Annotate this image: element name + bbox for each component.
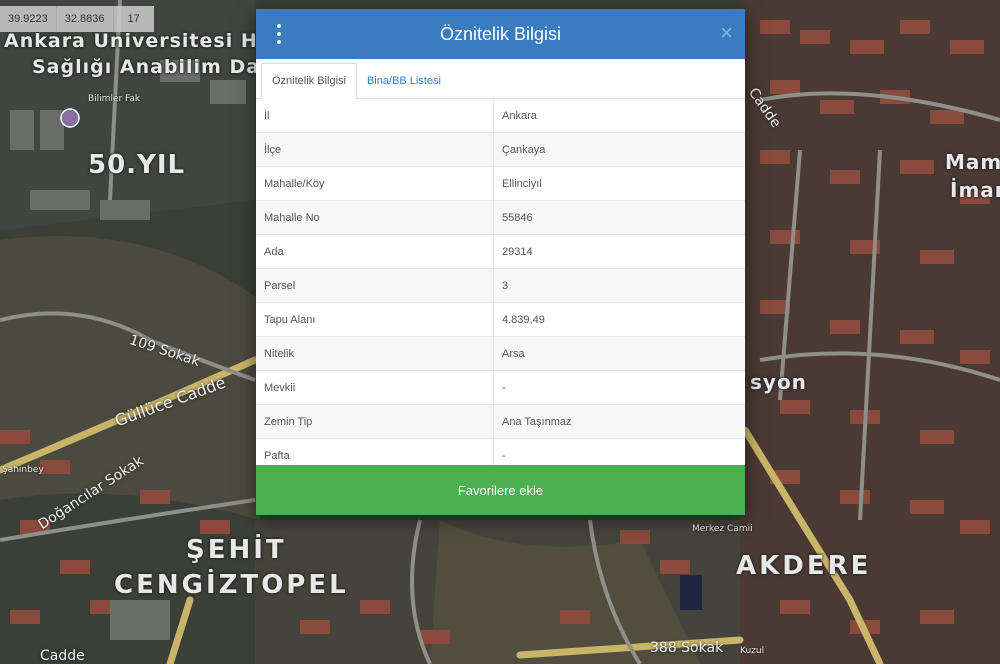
longitude-value: 32.8836 bbox=[57, 6, 114, 32]
road-label-cadde-bottom: Cadde bbox=[40, 648, 85, 664]
map-label-bank: Kuzul bbox=[740, 646, 765, 656]
row-value: Arsa bbox=[502, 347, 525, 360]
latitude-value: 39.9223 bbox=[0, 6, 57, 32]
table-row: Mahalle No 55846 bbox=[256, 201, 745, 235]
modal-tabs: Öznitelik Bilgisi Bina/BB Listesi bbox=[256, 59, 745, 99]
row-value: 55846 bbox=[502, 211, 533, 224]
row-value: Çankaya bbox=[502, 143, 546, 156]
map-label-yon: syon bbox=[750, 370, 807, 394]
row-value: 4.839,49 bbox=[502, 313, 545, 326]
map-label-akdere: AKDERE bbox=[736, 551, 872, 581]
row-key: İlçe bbox=[256, 133, 494, 166]
row-value: Ellinciyıl bbox=[502, 177, 542, 190]
map-label-university-2: Sağlığı Anabilim Dalı bbox=[32, 56, 276, 78]
row-key: Tapu Alanı bbox=[256, 303, 494, 336]
table-row: Parsel 3 bbox=[256, 269, 745, 303]
modal-title: Öznitelik Bilgisi bbox=[439, 23, 562, 44]
map-label-bilimler: Bilimler Fak bbox=[88, 94, 141, 104]
table-row: İlçe Çankaya bbox=[256, 133, 745, 167]
map-label-sahinbey: Şahinbey bbox=[2, 465, 44, 475]
modal-header: Öznitelik Bilgisi × bbox=[256, 9, 745, 59]
row-value: Ana Taşınmaz bbox=[502, 415, 572, 428]
attribute-table: İl Ankara İlçe Çankaya Mahalle/Köy Ellinciy… bbox=[256, 99, 745, 473]
add-to-favorites-button[interactable]: Favorilere ekle bbox=[256, 465, 745, 515]
row-value: Ankara bbox=[502, 109, 537, 122]
row-value: 3 bbox=[502, 279, 509, 292]
row-key: Zemin Tip bbox=[256, 405, 494, 438]
map-label-university-1: Ankara Universitesi Ha bbox=[4, 30, 272, 52]
row-key: Parsel bbox=[256, 269, 494, 302]
map-label-merkez-camii: Merkez Camii bbox=[692, 524, 753, 534]
attribute-info-modal: Öznitelik Bilgisi × Öznitelik Bilgisi Bi… bbox=[256, 9, 745, 515]
road-label-388-sokak: 388 Sokak bbox=[650, 640, 724, 656]
row-key: Ada bbox=[256, 235, 494, 268]
zoom-level: 17 bbox=[127, 13, 140, 25]
close-icon[interactable]: × bbox=[720, 21, 733, 45]
map-label-mamak: Mamak bbox=[945, 150, 1000, 174]
table-row: İl Ankara bbox=[256, 99, 745, 133]
tab-attribute-info[interactable]: Öznitelik Bilgisi bbox=[261, 63, 357, 99]
table-row: Nitelik Arsa bbox=[256, 337, 745, 371]
row-value: 29314 bbox=[502, 245, 533, 258]
row-key: Mahalle/Köy bbox=[256, 167, 494, 200]
row-key: İl bbox=[256, 99, 494, 132]
coordinate-readout: 39.9223 32.8836 17 bbox=[0, 6, 154, 32]
row-value: - bbox=[502, 381, 506, 394]
more-vertical-icon[interactable] bbox=[272, 24, 286, 44]
row-key: Mevkii bbox=[256, 371, 494, 404]
map-label-50-yil: 50.YIL bbox=[88, 150, 186, 180]
map-label-sehit: ŞEHİT bbox=[186, 535, 287, 565]
table-row: Mevkii - bbox=[256, 371, 745, 405]
map-label-cengiztopel: CENGİZTOPEL bbox=[114, 570, 349, 600]
tab-building-list[interactable]: Bina/BB Listesi bbox=[357, 64, 451, 98]
map-label-imam: İmam bbox=[950, 178, 1000, 202]
table-row: Tapu Alanı 4.839,49 bbox=[256, 303, 745, 337]
row-key: Mahalle No bbox=[256, 201, 494, 234]
table-row: Zemin Tip Ana Taşınmaz bbox=[256, 405, 745, 439]
row-key: Nitelik bbox=[256, 337, 494, 370]
table-row: Ada 29314 bbox=[256, 235, 745, 269]
table-row: Mahalle/Köy Ellinciyıl bbox=[256, 167, 745, 201]
